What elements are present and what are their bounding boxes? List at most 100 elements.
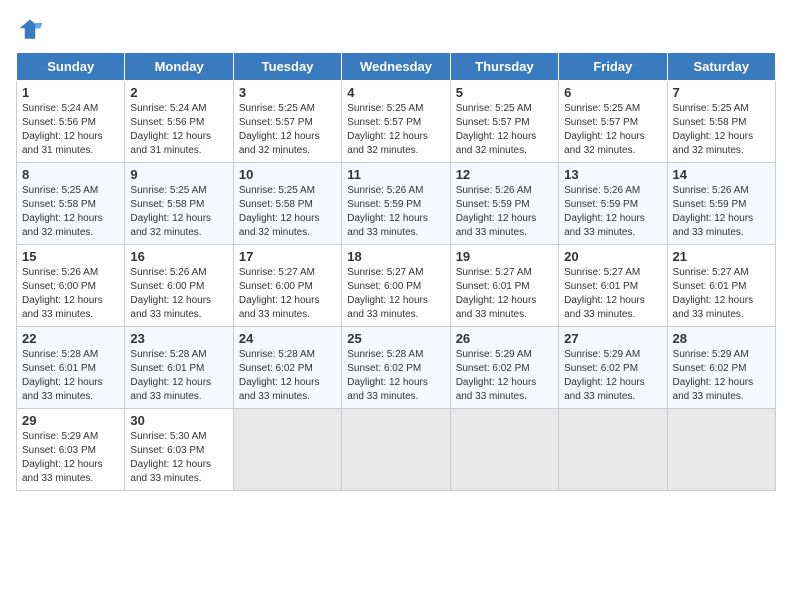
day-cell: 5 Sunrise: 5:25 AM Sunset: 5:57 PM Dayli…: [450, 81, 558, 163]
day-detail: Sunrise: 5:25 AM Sunset: 5:57 PM Dayligh…: [456, 102, 553, 158]
day-number: 23: [130, 331, 227, 346]
day-cell: 10 Sunrise: 5:25 AM Sunset: 5:58 PM Dayl…: [233, 163, 341, 245]
day-detail: Sunrise: 5:26 AM Sunset: 5:59 PM Dayligh…: [456, 184, 553, 240]
day-detail: Sunrise: 5:26 AM Sunset: 5:59 PM Dayligh…: [564, 184, 661, 240]
day-cell: 3 Sunrise: 5:25 AM Sunset: 5:57 PM Dayli…: [233, 81, 341, 163]
day-cell: [233, 409, 341, 491]
day-number: 29: [22, 413, 119, 428]
day-cell: 26 Sunrise: 5:29 AM Sunset: 6:02 PM Dayl…: [450, 327, 558, 409]
weekday-thursday: Thursday: [450, 53, 558, 81]
day-detail: Sunrise: 5:27 AM Sunset: 6:00 PM Dayligh…: [347, 266, 444, 322]
week-row-2: 8 Sunrise: 5:25 AM Sunset: 5:58 PM Dayli…: [17, 163, 776, 245]
day-number: 4: [347, 85, 444, 100]
week-row-5: 29 Sunrise: 5:29 AM Sunset: 6:03 PM Dayl…: [17, 409, 776, 491]
day-number: 11: [347, 167, 444, 182]
day-number: 17: [239, 249, 336, 264]
day-detail: Sunrise: 5:24 AM Sunset: 5:56 PM Dayligh…: [22, 102, 119, 158]
day-cell: 11 Sunrise: 5:26 AM Sunset: 5:59 PM Dayl…: [342, 163, 450, 245]
day-number: 8: [22, 167, 119, 182]
header: [16, 16, 776, 44]
day-number: 7: [673, 85, 770, 100]
day-number: 3: [239, 85, 336, 100]
day-cell: 19 Sunrise: 5:27 AM Sunset: 6:01 PM Dayl…: [450, 245, 558, 327]
logo: [16, 16, 48, 44]
day-cell: 25 Sunrise: 5:28 AM Sunset: 6:02 PM Dayl…: [342, 327, 450, 409]
day-detail: Sunrise: 5:25 AM Sunset: 5:57 PM Dayligh…: [239, 102, 336, 158]
day-number: 6: [564, 85, 661, 100]
weekday-monday: Monday: [125, 53, 233, 81]
day-detail: Sunrise: 5:28 AM Sunset: 6:01 PM Dayligh…: [130, 348, 227, 404]
day-number: 13: [564, 167, 661, 182]
day-detail: Sunrise: 5:25 AM Sunset: 5:58 PM Dayligh…: [673, 102, 770, 158]
day-number: 25: [347, 331, 444, 346]
day-detail: Sunrise: 5:25 AM Sunset: 5:58 PM Dayligh…: [130, 184, 227, 240]
calendar-body: 1 Sunrise: 5:24 AM Sunset: 5:56 PM Dayli…: [17, 81, 776, 491]
day-detail: Sunrise: 5:28 AM Sunset: 6:02 PM Dayligh…: [347, 348, 444, 404]
day-detail: Sunrise: 5:26 AM Sunset: 6:00 PM Dayligh…: [22, 266, 119, 322]
day-cell: 28 Sunrise: 5:29 AM Sunset: 6:02 PM Dayl…: [667, 327, 775, 409]
day-number: 14: [673, 167, 770, 182]
day-number: 10: [239, 167, 336, 182]
day-detail: Sunrise: 5:26 AM Sunset: 5:59 PM Dayligh…: [673, 184, 770, 240]
day-detail: Sunrise: 5:25 AM Sunset: 5:58 PM Dayligh…: [239, 184, 336, 240]
day-cell: 12 Sunrise: 5:26 AM Sunset: 5:59 PM Dayl…: [450, 163, 558, 245]
day-detail: Sunrise: 5:28 AM Sunset: 6:02 PM Dayligh…: [239, 348, 336, 404]
weekday-sunday: Sunday: [17, 53, 125, 81]
day-cell: 8 Sunrise: 5:25 AM Sunset: 5:58 PM Dayli…: [17, 163, 125, 245]
day-number: 19: [456, 249, 553, 264]
day-number: 16: [130, 249, 227, 264]
day-cell: 9 Sunrise: 5:25 AM Sunset: 5:58 PM Dayli…: [125, 163, 233, 245]
day-cell: 20 Sunrise: 5:27 AM Sunset: 6:01 PM Dayl…: [559, 245, 667, 327]
logo-icon: [16, 16, 44, 44]
day-cell: [450, 409, 558, 491]
day-number: 20: [564, 249, 661, 264]
day-number: 12: [456, 167, 553, 182]
day-detail: Sunrise: 5:24 AM Sunset: 5:56 PM Dayligh…: [130, 102, 227, 158]
day-cell: 13 Sunrise: 5:26 AM Sunset: 5:59 PM Dayl…: [559, 163, 667, 245]
day-cell: 23 Sunrise: 5:28 AM Sunset: 6:01 PM Dayl…: [125, 327, 233, 409]
day-detail: Sunrise: 5:26 AM Sunset: 5:59 PM Dayligh…: [347, 184, 444, 240]
day-cell: 22 Sunrise: 5:28 AM Sunset: 6:01 PM Dayl…: [17, 327, 125, 409]
day-detail: Sunrise: 5:25 AM Sunset: 5:57 PM Dayligh…: [564, 102, 661, 158]
weekday-friday: Friday: [559, 53, 667, 81]
day-cell: [342, 409, 450, 491]
day-cell: 18 Sunrise: 5:27 AM Sunset: 6:00 PM Dayl…: [342, 245, 450, 327]
day-cell: 2 Sunrise: 5:24 AM Sunset: 5:56 PM Dayli…: [125, 81, 233, 163]
weekday-header-row: SundayMondayTuesdayWednesdayThursdayFrid…: [17, 53, 776, 81]
day-cell: [559, 409, 667, 491]
day-number: 2: [130, 85, 227, 100]
day-number: 1: [22, 85, 119, 100]
day-cell: 15 Sunrise: 5:26 AM Sunset: 6:00 PM Dayl…: [17, 245, 125, 327]
day-number: 15: [22, 249, 119, 264]
day-cell: 21 Sunrise: 5:27 AM Sunset: 6:01 PM Dayl…: [667, 245, 775, 327]
calendar-table: SundayMondayTuesdayWednesdayThursdayFrid…: [16, 52, 776, 491]
week-row-1: 1 Sunrise: 5:24 AM Sunset: 5:56 PM Dayli…: [17, 81, 776, 163]
weekday-tuesday: Tuesday: [233, 53, 341, 81]
day-detail: Sunrise: 5:29 AM Sunset: 6:02 PM Dayligh…: [673, 348, 770, 404]
day-cell: 6 Sunrise: 5:25 AM Sunset: 5:57 PM Dayli…: [559, 81, 667, 163]
day-cell: 29 Sunrise: 5:29 AM Sunset: 6:03 PM Dayl…: [17, 409, 125, 491]
day-detail: Sunrise: 5:30 AM Sunset: 6:03 PM Dayligh…: [130, 430, 227, 486]
day-cell: 27 Sunrise: 5:29 AM Sunset: 6:02 PM Dayl…: [559, 327, 667, 409]
day-cell: 17 Sunrise: 5:27 AM Sunset: 6:00 PM Dayl…: [233, 245, 341, 327]
weekday-saturday: Saturday: [667, 53, 775, 81]
day-detail: Sunrise: 5:27 AM Sunset: 6:00 PM Dayligh…: [239, 266, 336, 322]
day-cell: 14 Sunrise: 5:26 AM Sunset: 5:59 PM Dayl…: [667, 163, 775, 245]
day-cell: 24 Sunrise: 5:28 AM Sunset: 6:02 PM Dayl…: [233, 327, 341, 409]
day-detail: Sunrise: 5:27 AM Sunset: 6:01 PM Dayligh…: [673, 266, 770, 322]
day-cell: 4 Sunrise: 5:25 AM Sunset: 5:57 PM Dayli…: [342, 81, 450, 163]
day-cell: 30 Sunrise: 5:30 AM Sunset: 6:03 PM Dayl…: [125, 409, 233, 491]
day-number: 30: [130, 413, 227, 428]
day-detail: Sunrise: 5:28 AM Sunset: 6:01 PM Dayligh…: [22, 348, 119, 404]
day-number: 22: [22, 331, 119, 346]
day-cell: 1 Sunrise: 5:24 AM Sunset: 5:56 PM Dayli…: [17, 81, 125, 163]
day-detail: Sunrise: 5:25 AM Sunset: 5:57 PM Dayligh…: [347, 102, 444, 158]
day-detail: Sunrise: 5:27 AM Sunset: 6:01 PM Dayligh…: [456, 266, 553, 322]
week-row-3: 15 Sunrise: 5:26 AM Sunset: 6:00 PM Dayl…: [17, 245, 776, 327]
day-number: 21: [673, 249, 770, 264]
day-number: 5: [456, 85, 553, 100]
day-cell: 16 Sunrise: 5:26 AM Sunset: 6:00 PM Dayl…: [125, 245, 233, 327]
day-number: 26: [456, 331, 553, 346]
day-number: 18: [347, 249, 444, 264]
day-detail: Sunrise: 5:29 AM Sunset: 6:02 PM Dayligh…: [564, 348, 661, 404]
